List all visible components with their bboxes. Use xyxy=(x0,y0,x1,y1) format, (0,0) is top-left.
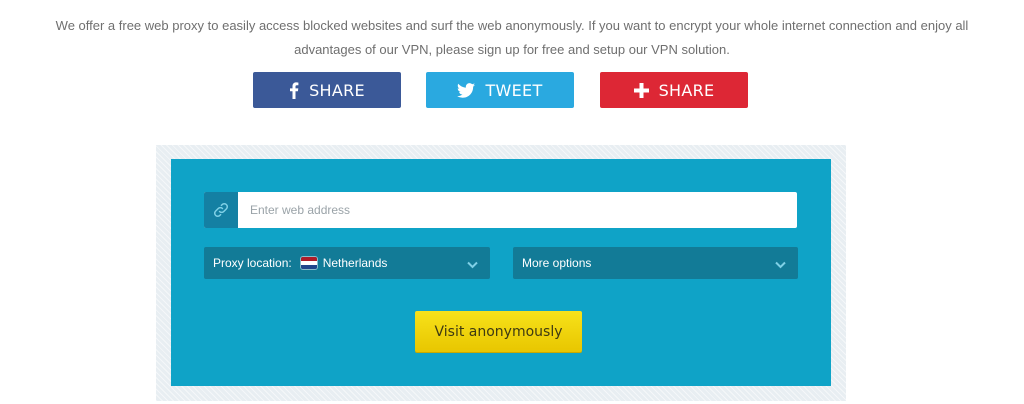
proxy-form-panel: Proxy location: Netherlands More options… xyxy=(171,159,831,386)
url-input[interactable] xyxy=(238,192,797,228)
facebook-share-button[interactable]: SHARE xyxy=(253,72,401,108)
chevron-down-icon xyxy=(775,258,786,272)
proxy-location-value: Netherlands xyxy=(322,256,388,270)
twitter-tweet-button[interactable]: TWEET xyxy=(426,72,574,108)
more-options-select[interactable]: More options xyxy=(513,247,798,279)
share-buttons: SHARE TWEET SHARE xyxy=(0,72,1024,108)
chevron-down-icon xyxy=(467,258,478,272)
plus-share-label: SHARE xyxy=(658,80,715,100)
link-icon xyxy=(204,192,238,228)
plus-icon xyxy=(633,82,649,98)
netherlands-flag-icon xyxy=(300,257,317,269)
more-options-label: More options xyxy=(522,256,592,270)
twitter-tweet-label: TWEET xyxy=(485,80,543,100)
intro-line-1: We offer a free web proxy to easily acce… xyxy=(55,18,969,33)
intro-text: We offer a free web proxy to easily acce… xyxy=(0,14,1024,62)
visit-anonymously-label: Visit anonymously xyxy=(434,323,563,340)
visit-anonymously-button[interactable]: Visit anonymously xyxy=(415,311,582,352)
plus-share-button[interactable]: SHARE xyxy=(600,72,748,108)
facebook-share-label: SHARE xyxy=(309,80,365,100)
facebook-icon xyxy=(289,81,299,99)
intro-line-2: advantages of our VPN, please sign up fo… xyxy=(294,42,730,57)
twitter-icon xyxy=(457,82,476,98)
url-field xyxy=(204,192,797,228)
proxy-location-select[interactable]: Proxy location: Netherlands xyxy=(204,247,490,279)
proxy-location-label: Proxy location: xyxy=(213,256,292,270)
